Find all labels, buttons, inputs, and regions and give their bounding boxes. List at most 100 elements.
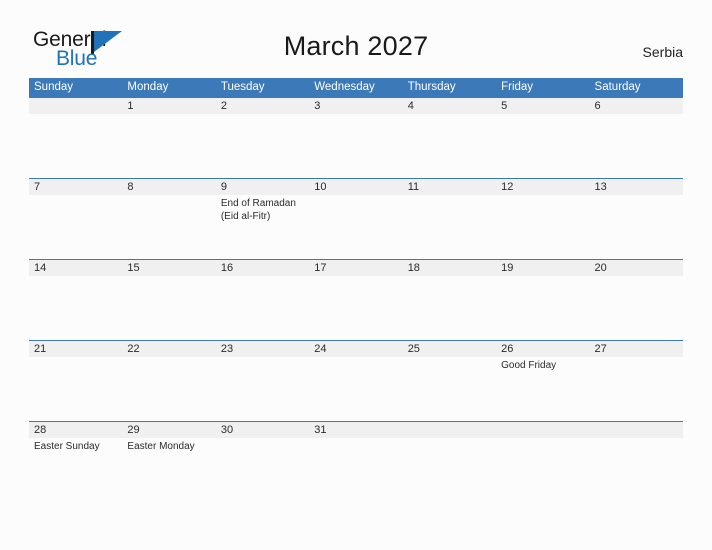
day-number-30[interactable]: 30 — [216, 422, 309, 438]
day-events-empty — [122, 276, 215, 339]
day-events-empty — [216, 276, 309, 339]
weekday-header-sunday: Sunday — [34, 81, 74, 93]
week-date-strip: 28 29 30 31 — [29, 421, 683, 438]
day-events-empty — [29, 276, 122, 339]
weekday-header-saturday: Saturday — [594, 81, 641, 93]
day-events-empty — [309, 357, 402, 420]
day-number-6[interactable]: 6 — [590, 98, 683, 114]
week-event-strip: Easter Sunday Easter Monday — [29, 438, 683, 501]
day-number-19[interactable]: 19 — [496, 260, 589, 276]
day-number-5[interactable]: 5 — [496, 98, 589, 114]
day-number-17[interactable]: 17 — [309, 260, 402, 276]
weekday-header-wednesday: Wednesday — [314, 81, 375, 93]
day-events-empty — [403, 438, 496, 501]
week-date-strip: 7 8 9 10 11 12 13 — [29, 178, 683, 195]
day-events-empty — [29, 114, 122, 177]
weekday-header-friday: Friday — [501, 81, 534, 93]
day-number-27[interactable]: 27 — [590, 341, 683, 357]
event-label: Easter Sunday — [34, 441, 100, 452]
day-events-empty — [496, 438, 589, 501]
page-header: General Blue March 2027 Serbia — [0, 0, 712, 78]
day-events-empty — [29, 195, 122, 258]
day-events-empty — [590, 438, 683, 501]
day-number-20[interactable]: 20 — [590, 260, 683, 276]
day-events-empty — [29, 357, 122, 420]
calendar-week-row: 123456 — [29, 97, 683, 178]
day-events-empty — [309, 114, 402, 177]
calendar-grid: Sunday Monday Tuesday Wednesday Thursday Frid… — [29, 78, 683, 502]
weekday-header-row: Sunday Monday Tuesday Wednesday Thursday Frid… — [29, 78, 683, 97]
day-number-3[interactable]: 3 — [309, 98, 402, 114]
day-events-empty — [496, 276, 589, 339]
day-number-29[interactable]: 29 — [122, 422, 215, 438]
event-label: End of Ramadan — [220, 198, 296, 209]
day-number-empty — [403, 422, 496, 438]
day-events-empty — [122, 357, 215, 420]
day-number-11[interactable]: 11 — [403, 179, 496, 195]
day-number-empty — [496, 422, 589, 438]
day-number-23[interactable]: 23 — [216, 341, 309, 357]
day-events-empty — [309, 195, 402, 258]
day-number-18[interactable]: 18 — [403, 260, 496, 276]
calendar-week-row: 28 29 30 31 Easter Sunday Easter Monday — [29, 421, 683, 502]
day-number-7[interactable]: 7 — [29, 179, 122, 195]
day-events-empty — [216, 114, 309, 177]
day-number-21[interactable]: 21 — [29, 341, 122, 357]
week-date-strip: 123456 — [29, 97, 683, 114]
day-number-1[interactable]: 1 — [122, 98, 215, 114]
day-events-empty — [496, 195, 589, 258]
day-events-empty — [309, 438, 402, 501]
day-events-28[interactable]: Easter Sunday — [29, 438, 122, 501]
calendar-week-row: 14 15 16 17 18 19 20 — [29, 259, 683, 340]
weekday-header-thursday: Thursday — [407, 81, 456, 93]
event-label: Good Friday — [501, 360, 557, 371]
event-label: Easter Monday — [127, 441, 195, 452]
day-number-16[interactable]: 16 — [216, 260, 309, 276]
day-number-22[interactable]: 22 — [122, 341, 215, 357]
day-events-empty — [590, 357, 683, 420]
day-events-empty — [216, 438, 309, 501]
day-number-28[interactable]: 28 — [29, 422, 122, 438]
day-number-13[interactable]: 13 — [590, 179, 683, 195]
day-events-26[interactable]: Good Friday — [496, 357, 589, 420]
week-event-strip: Good Friday — [29, 357, 683, 420]
week-date-strip: 21 22 23 24 25 26 27 — [29, 340, 683, 357]
day-number-14[interactable]: 14 — [29, 260, 122, 276]
week-event-strip: End of Ramadan (Eid al-Fitr) — [29, 195, 683, 258]
day-number-25[interactable]: 25 — [403, 341, 496, 357]
day-events-empty — [216, 357, 309, 420]
week-event-strip — [29, 276, 683, 339]
week-event-strip — [29, 114, 683, 177]
day-number-24[interactable]: 24 — [309, 341, 402, 357]
day-number-2[interactable]: 2 — [216, 98, 309, 114]
event-label: (Eid al-Fitr) — [220, 211, 271, 222]
day-number-4[interactable]: 4 — [403, 98, 496, 114]
day-events-empty — [403, 114, 496, 177]
calendar-week-row: 7 8 9 10 11 12 13 End of Ramadan (Eid al-Fitr) — [29, 178, 683, 259]
day-events-empty — [590, 195, 683, 258]
day-events-empty — [590, 114, 683, 177]
day-number-15[interactable]: 15 — [122, 260, 215, 276]
weekday-header-monday: Monday — [127, 81, 169, 93]
day-number-26[interactable]: 26 — [496, 341, 589, 357]
day-events-9[interactable]: End of Ramadan (Eid al-Fitr) — [216, 195, 309, 258]
day-number-empty — [29, 98, 122, 114]
day-events-empty — [122, 195, 215, 258]
day-events-empty — [122, 114, 215, 177]
weekday-header-tuesday: Tuesday — [220, 81, 265, 93]
day-events-empty — [403, 276, 496, 339]
day-events-empty — [403, 357, 496, 420]
country-label: Serbia — [642, 44, 683, 60]
calendar-week-row: 21 22 23 24 25 26 27 Good Friday — [29, 340, 683, 421]
day-number-9[interactable]: 9 — [216, 179, 309, 195]
day-number-31[interactable]: 31 — [309, 422, 402, 438]
page-title: March 2027 — [283, 31, 429, 61]
calendar-weeks: 1 2 3 4 5 6 7 8 9 10 11 12 13 End of Ramadan (Eid al-F… — [29, 97, 683, 502]
day-number-12[interactable]: 12 — [496, 179, 589, 195]
week-date-strip: 14 15 16 17 18 19 20 — [29, 259, 683, 276]
day-number-10[interactable]: 10 — [309, 179, 402, 195]
day-events-29[interactable]: Easter Monday — [122, 438, 215, 501]
day-events-empty — [309, 276, 402, 339]
day-number-8[interactable]: 8 — [122, 179, 215, 195]
calendar-page: General Blue March 2027 Serbia Sunday Mon… — [0, 0, 712, 550]
